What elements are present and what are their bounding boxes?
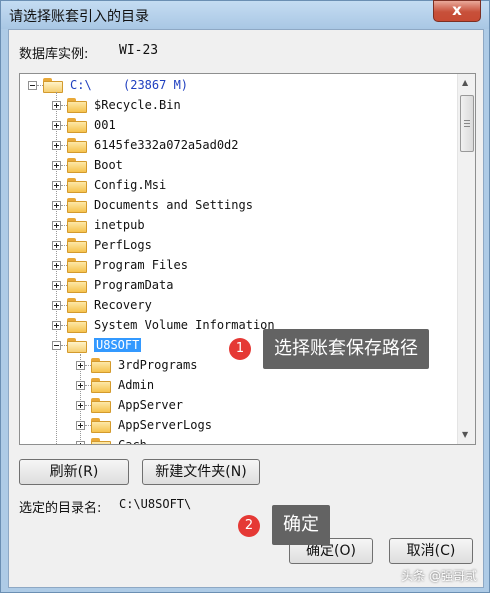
annotation-badge-1: 1 <box>229 338 251 360</box>
dialog-client: 数据库实例: WI-23 ▲ ▼ C:\ (23867 M) $Recycle.Bi… <box>8 29 484 588</box>
tree-item[interactable]: Config.Msi <box>20 176 450 196</box>
tree-item-label: Config.Msi <box>94 178 167 192</box>
tree-item[interactable]: AppServerLogs <box>20 416 450 436</box>
tree-item-label: 6145fe332a072a5ad0d2 <box>94 138 239 152</box>
expand-icon[interactable] <box>76 441 85 444</box>
directory-tree[interactable]: ▲ ▼ C:\ (23867 M) $Recycle.Bin 001 6145fe332… <box>19 73 476 445</box>
folder-icon <box>91 358 111 373</box>
tree-item-label: C:\ <box>70 78 92 92</box>
drive-size-label: (23867 M) <box>123 78 189 92</box>
tree-item-label: PerfLogs <box>94 238 152 252</box>
folder-icon <box>67 278 87 293</box>
tree-item[interactable]: PerfLogs <box>20 236 450 256</box>
tree-item[interactable]: Cach <box>20 436 450 445</box>
tree-item[interactable]: AppServer <box>20 396 450 416</box>
expand-icon[interactable] <box>52 161 61 170</box>
tree-item-label: Program Files <box>94 258 188 272</box>
expand-icon[interactable] <box>52 281 61 290</box>
tree-item-label: Boot <box>94 158 123 172</box>
expand-icon[interactable] <box>76 381 85 390</box>
expand-icon[interactable] <box>52 261 61 270</box>
scroll-thumb[interactable] <box>460 95 474 152</box>
folder-icon <box>67 258 87 273</box>
folder-icon <box>67 98 87 113</box>
tree-root-drive[interactable]: C:\ (23867 M) <box>20 76 450 96</box>
expand-icon[interactable] <box>76 401 85 410</box>
collapse-icon[interactable] <box>52 341 61 350</box>
folder-icon <box>67 318 87 333</box>
title-bar: 请选择账套引入的目录 x <box>1 0 489 29</box>
annotation-badge-2: 2 <box>238 515 260 537</box>
tree-scrollbar[interactable]: ▲ ▼ <box>457 74 475 444</box>
folder-icon <box>67 198 87 213</box>
annotation-callout-2: 确定 <box>272 505 330 545</box>
tree-item[interactable]: 6145fe332a072a5ad0d2 <box>20 136 450 156</box>
tree-item-label: $Recycle.Bin <box>94 98 181 112</box>
tree-item-label: 3rdPrograms <box>118 358 198 372</box>
window-title: 请选择账套引入的目录 <box>9 9 149 25</box>
tree-item[interactable]: Documents and Settings <box>20 196 450 216</box>
new-folder-button[interactable]: 新建文件夹(N) <box>142 459 260 485</box>
tree-item-label: Documents and Settings <box>94 198 253 212</box>
folder-icon <box>67 158 87 173</box>
tree-item[interactable]: ProgramData <box>20 276 450 296</box>
cancel-button[interactable]: 取消(C) <box>389 538 473 564</box>
folder-icon <box>67 218 87 233</box>
folder-open-icon <box>67 338 87 353</box>
close-button[interactable]: x <box>433 0 481 22</box>
refresh-button[interactable]: 刷新(R) <box>19 459 129 485</box>
expand-icon[interactable] <box>52 241 61 250</box>
dialog-window: 请选择账套引入的目录 x 数据库实例: WI-23 ▲ ▼ C:\ (23867 … <box>0 0 490 593</box>
watermark: 头条 @强哥贰 <box>401 569 477 583</box>
expand-icon[interactable] <box>52 141 61 150</box>
folder-icon <box>91 418 111 433</box>
tree-item-label: AppServer <box>118 398 184 412</box>
tree-item[interactable]: inetpub <box>20 216 450 236</box>
folder-icon <box>91 438 111 444</box>
expand-icon[interactable] <box>52 101 61 110</box>
annotation-callout-1: 选择账套保存路径 <box>263 329 429 369</box>
folder-icon <box>67 118 87 133</box>
expand-icon[interactable] <box>52 121 61 130</box>
tree-item[interactable]: Recovery <box>20 296 450 316</box>
folder-icon <box>67 298 87 313</box>
instance-label: 数据库实例: <box>19 47 89 62</box>
folder-icon <box>67 238 87 253</box>
folder-icon <box>91 398 111 413</box>
selected-dir-label: 选定的目录名: <box>19 501 102 516</box>
tree-item-label: AppServerLogs <box>118 418 212 432</box>
tree-item-label: inetpub <box>94 218 145 232</box>
tree-item[interactable]: 001 <box>20 116 450 136</box>
tree-item-label: Recovery <box>94 298 152 312</box>
expand-icon[interactable] <box>76 361 85 370</box>
folder-icon <box>67 138 87 153</box>
tree-item[interactable]: Admin <box>20 376 450 396</box>
expand-icon[interactable] <box>52 321 61 330</box>
tree-item[interactable]: Program Files <box>20 256 450 276</box>
tree-item[interactable]: Boot <box>20 156 450 176</box>
expand-icon[interactable] <box>52 181 61 190</box>
tree-item-label: ProgramData <box>94 278 174 292</box>
folder-open-icon <box>43 78 63 93</box>
expand-icon[interactable] <box>52 301 61 310</box>
tree-item[interactable]: $Recycle.Bin <box>20 96 450 116</box>
collapse-icon[interactable] <box>28 81 37 90</box>
folder-icon <box>67 178 87 193</box>
scroll-down-icon[interactable]: ▼ <box>462 430 468 439</box>
tree-item-label: Cach <box>118 438 147 445</box>
folder-icon <box>91 378 111 393</box>
tree-item-label: Admin <box>118 378 155 392</box>
expand-icon[interactable] <box>76 421 85 430</box>
instance-value: WI-23 <box>119 43 159 58</box>
expand-icon[interactable] <box>52 201 61 210</box>
expand-icon[interactable] <box>52 221 61 230</box>
tree-item-label: U8SOFT <box>94 338 142 352</box>
selected-dir-value: C:\U8SOFT\ <box>119 497 192 511</box>
tree-item-label: System Volume Information <box>94 318 275 332</box>
scroll-up-icon[interactable]: ▲ <box>462 78 468 87</box>
tree-item-label: 001 <box>94 118 116 132</box>
